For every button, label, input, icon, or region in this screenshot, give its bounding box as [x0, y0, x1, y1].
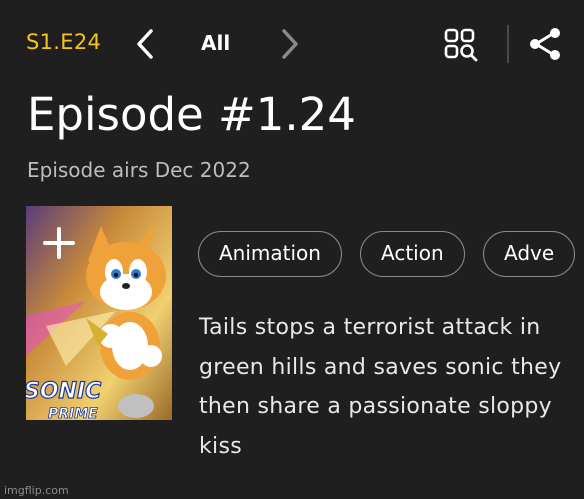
air-date: Episode airs Dec 2022 — [27, 158, 251, 182]
genre-chip[interactable]: Action — [360, 231, 465, 277]
share-icon — [530, 28, 560, 60]
genre-chip[interactable]: Animation — [198, 231, 342, 277]
top-bar: S1.E24 All — [0, 0, 584, 88]
chevron-right-icon — [282, 29, 298, 59]
next-episode-button[interactable] — [276, 28, 302, 60]
poster-logo-line2: PRIME — [48, 406, 98, 420]
poster-logo-line1: SONIC — [26, 379, 101, 404]
plot-summary: Tails stops a terrorist attack in green … — [199, 315, 562, 459]
episode-grid-button[interactable] — [443, 27, 481, 63]
genre-chip[interactable]: Adve — [483, 231, 576, 277]
previous-episode-button[interactable] — [133, 28, 159, 60]
filter-all-button[interactable]: All — [201, 31, 230, 55]
watermark: imgflip.com — [4, 484, 69, 497]
header-divider — [507, 25, 509, 63]
poster-artwork: SONIC PRIME — [26, 206, 172, 420]
chevron-left-icon — [137, 29, 153, 59]
genre-chips: Animation Action Adve — [198, 231, 584, 281]
episode-code[interactable]: S1.E24 — [26, 30, 101, 54]
share-button[interactable] — [527, 26, 563, 62]
episode-poster[interactable]: SONIC PRIME — [26, 206, 172, 420]
episode-title: Episode #1.24 — [27, 88, 356, 141]
grid-search-icon — [444, 28, 478, 62]
